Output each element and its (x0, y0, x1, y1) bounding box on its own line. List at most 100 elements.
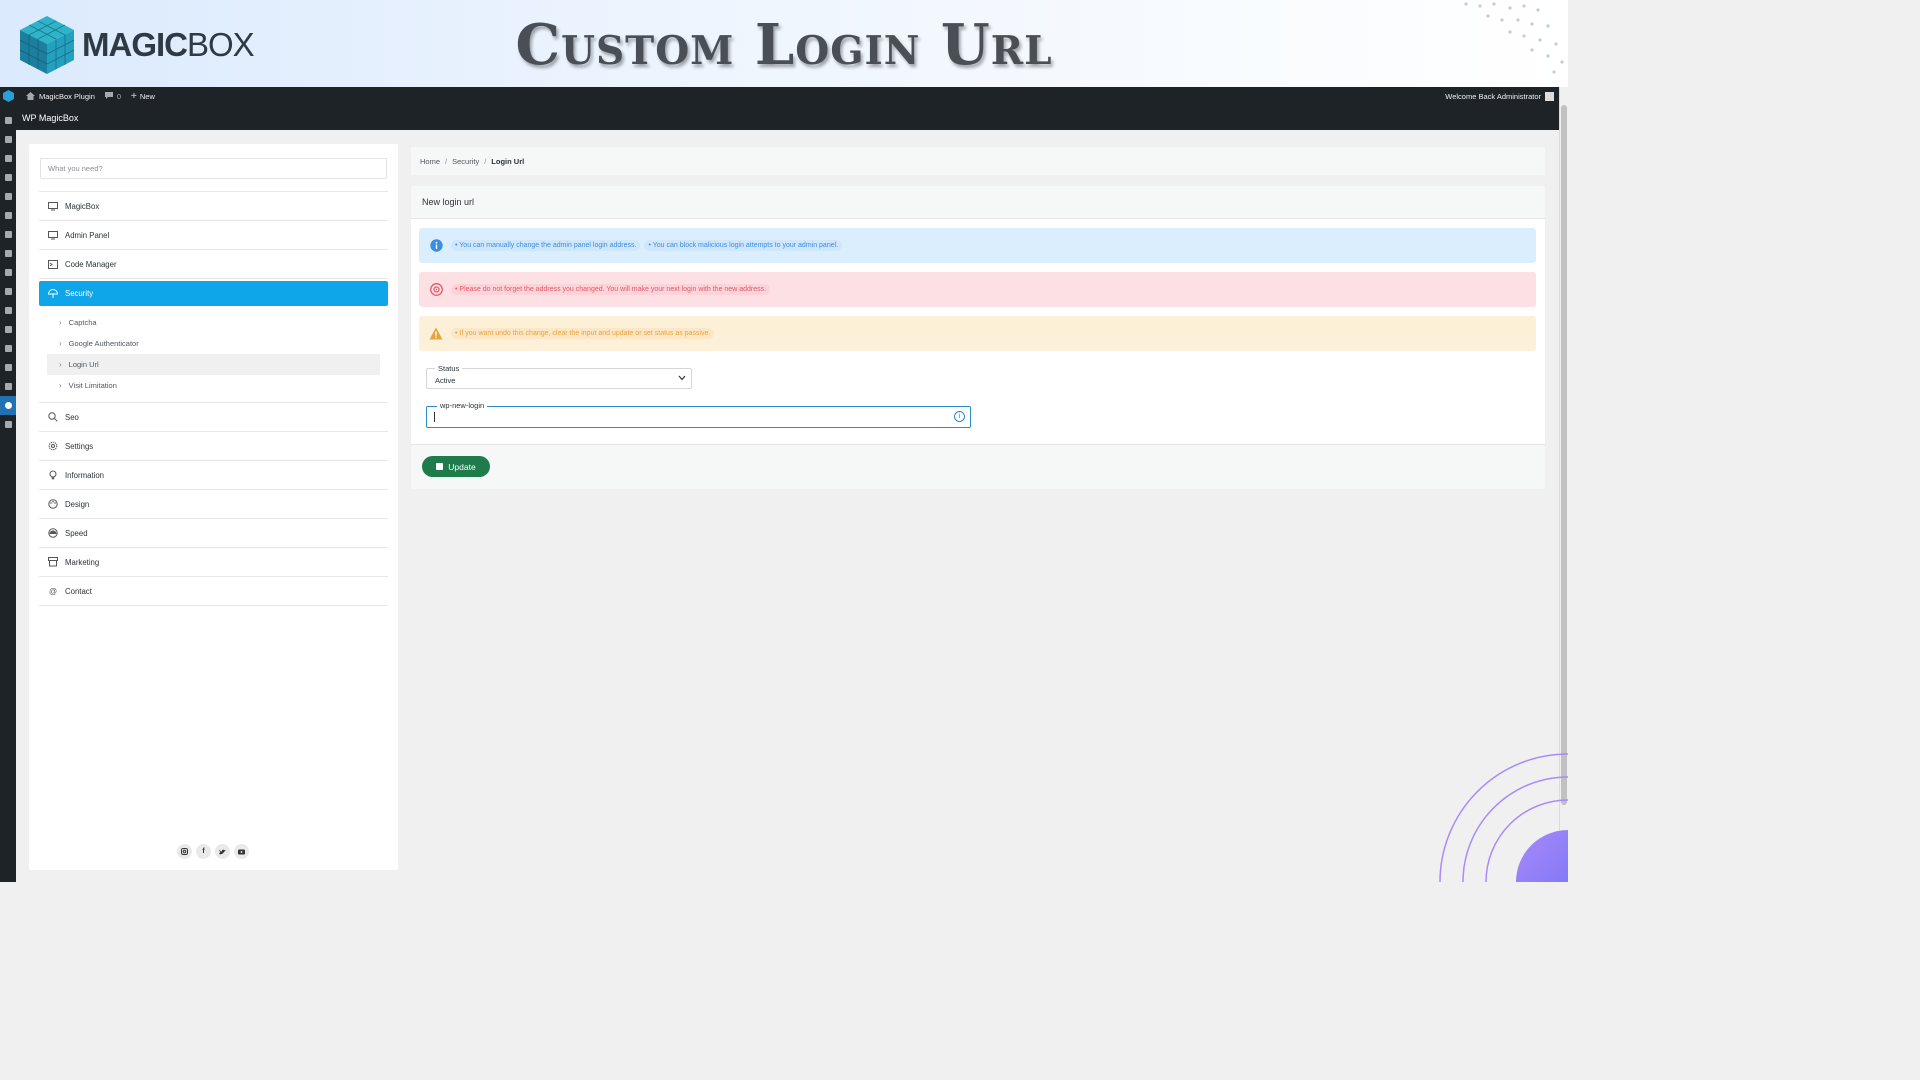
comments-menu-icon[interactable] (0, 206, 16, 225)
sub-item-captcha[interactable]: › Captcha (47, 312, 380, 333)
nav-label: Security (65, 289, 94, 298)
collapse-menu-icon[interactable] (0, 415, 16, 434)
info-text-1: You can manually change the admin panel … (459, 242, 637, 249)
nav-label: Admin Panel (65, 230, 110, 240)
gear-icon[interactable] (0, 396, 16, 415)
save-icon (436, 463, 444, 470)
wp-admin-bar: MagicBox Plugin 0 + New Welcome Back Adm… (0, 87, 1568, 105)
sub-item-google-authenticator[interactable]: › Google Authenticator (47, 333, 380, 354)
youtube-icon[interactable] (234, 844, 249, 859)
chevron-down-icon (678, 374, 686, 383)
card-title: New login url (422, 197, 475, 207)
update-button[interactable]: Update (422, 456, 490, 477)
nav-item-magicbox[interactable]: MagicBox (39, 192, 388, 221)
speedometer-icon (48, 528, 58, 538)
nav-item-seo[interactable]: Seo (39, 403, 388, 432)
products-icon[interactable] (0, 244, 16, 263)
appearance-icon[interactable] (0, 301, 16, 320)
wordpress-icon[interactable] (0, 87, 16, 105)
search-input[interactable] (40, 158, 387, 179)
twitter-icon[interactable] (215, 844, 230, 859)
avatar (1545, 91, 1554, 101)
chevron-right-icon: › (59, 381, 62, 390)
plugin-title: WP MagicBox (22, 112, 79, 123)
plugin-nav: MagicBox Admin Panel Code Manager Securi… (39, 191, 388, 606)
palette-icon (48, 499, 58, 509)
security-submenu: › Captcha › Google Authenticator › Login Ur… (39, 308, 388, 403)
breadcrumb-current: Login Url (491, 156, 525, 166)
comment-icon (104, 92, 113, 99)
social-links: f (177, 844, 249, 859)
nav-label: Marketing (65, 557, 100, 567)
settings-menu-icon[interactable] (0, 377, 16, 396)
facebook-icon[interactable]: f (196, 844, 211, 859)
sub-item-login-url[interactable]: › Login Url (47, 354, 380, 375)
info-chip: • You can manually change the admin pane… (451, 240, 641, 251)
account-menu[interactable]: Welcome Back Administrator (1445, 87, 1554, 105)
new-content-link[interactable]: + New (131, 91, 155, 102)
nav-label: Design (65, 499, 90, 509)
site-name-label: MagicBox Plugin (39, 91, 95, 101)
plugin-title-bar: WP MagicBox (16, 105, 1559, 130)
magicbox-menu-icon[interactable] (0, 130, 16, 149)
nav-item-speed[interactable]: Speed (39, 519, 388, 548)
status-select[interactable]: Status Active (426, 364, 692, 389)
dashboard-icon[interactable] (0, 111, 16, 130)
warning-triangle-icon (429, 327, 443, 341)
nav-item-marketing[interactable]: Marketing (39, 548, 388, 577)
plugin-sidebar: MagicBox Admin Panel Code Manager Securi… (29, 144, 398, 870)
tools-icon[interactable] (0, 358, 16, 377)
breadcrumb-security[interactable]: Security (452, 157, 479, 166)
new-login-input[interactable]: wp-new-login i (426, 401, 971, 428)
monitor-icon (48, 230, 58, 240)
nav-label: Speed (65, 528, 88, 538)
nav-item-admin-panel[interactable]: Admin Panel (39, 221, 388, 250)
lightbulb-icon (48, 470, 58, 480)
card-footer: Update (411, 444, 1545, 489)
nav-label: Settings (65, 441, 94, 451)
plugins-icon[interactable] (0, 320, 16, 339)
promo-banner: MAGICBOX Custom Login Url (0, 0, 1568, 87)
status-value: Active (435, 376, 456, 385)
nav-item-code-manager[interactable]: Code Manager (39, 250, 388, 279)
nav-item-settings[interactable]: Settings (39, 432, 388, 461)
nav-item-design[interactable]: Design (39, 490, 388, 519)
posts-icon[interactable] (0, 149, 16, 168)
breadcrumb-separator: / (445, 156, 448, 166)
breadcrumb-home[interactable]: Home (420, 157, 440, 166)
site-name-link[interactable]: MagicBox Plugin (26, 92, 95, 101)
scrollbar-thumb[interactable] (1561, 105, 1567, 805)
sub-item-label: Visit Limitation (68, 381, 117, 390)
instagram-icon[interactable] (177, 844, 192, 859)
warning-alert: • If you want undo this change, clear th… (419, 316, 1536, 351)
woocommerce-icon[interactable] (0, 225, 16, 244)
warning-text: If you want undo this change, clear the … (459, 330, 711, 337)
analytics-icon[interactable] (0, 263, 16, 282)
login-url-card: New login url • You can manually change … (411, 186, 1545, 489)
breadcrumb-separator: / (484, 156, 487, 166)
card-header: New login url (411, 186, 1545, 219)
info-icon[interactable]: i (954, 411, 965, 422)
text-cursor (434, 412, 435, 422)
users-icon[interactable] (0, 339, 16, 358)
danger-alert: • Please do not forget the address you c… (419, 272, 1536, 307)
nav-item-contact[interactable]: @ Contact (39, 577, 388, 606)
monitor-icon (48, 201, 58, 211)
nav-label: MagicBox (65, 201, 100, 211)
nav-item-information[interactable]: Information (39, 461, 388, 490)
sub-item-visit-limitation[interactable]: › Visit Limitation (47, 375, 380, 396)
info-text-2: You can block malicious login attempts t… (652, 242, 839, 249)
nav-label: Contact (65, 586, 92, 596)
nav-label: Seo (65, 412, 79, 422)
search-icon (48, 412, 58, 422)
comments-link[interactable]: 0 (104, 92, 121, 101)
page-heading: Custom Login Url (515, 12, 1053, 78)
nav-item-security[interactable]: Security (39, 281, 388, 306)
pages-icon[interactable] (0, 187, 16, 206)
breadcrumb: Home / Security / Login Url (411, 147, 1545, 175)
nav-label: Information (65, 470, 105, 480)
home-icon (26, 92, 35, 100)
gear-icon (48, 441, 58, 451)
media-icon[interactable] (0, 168, 16, 187)
marketing-menu-icon[interactable] (0, 282, 16, 301)
